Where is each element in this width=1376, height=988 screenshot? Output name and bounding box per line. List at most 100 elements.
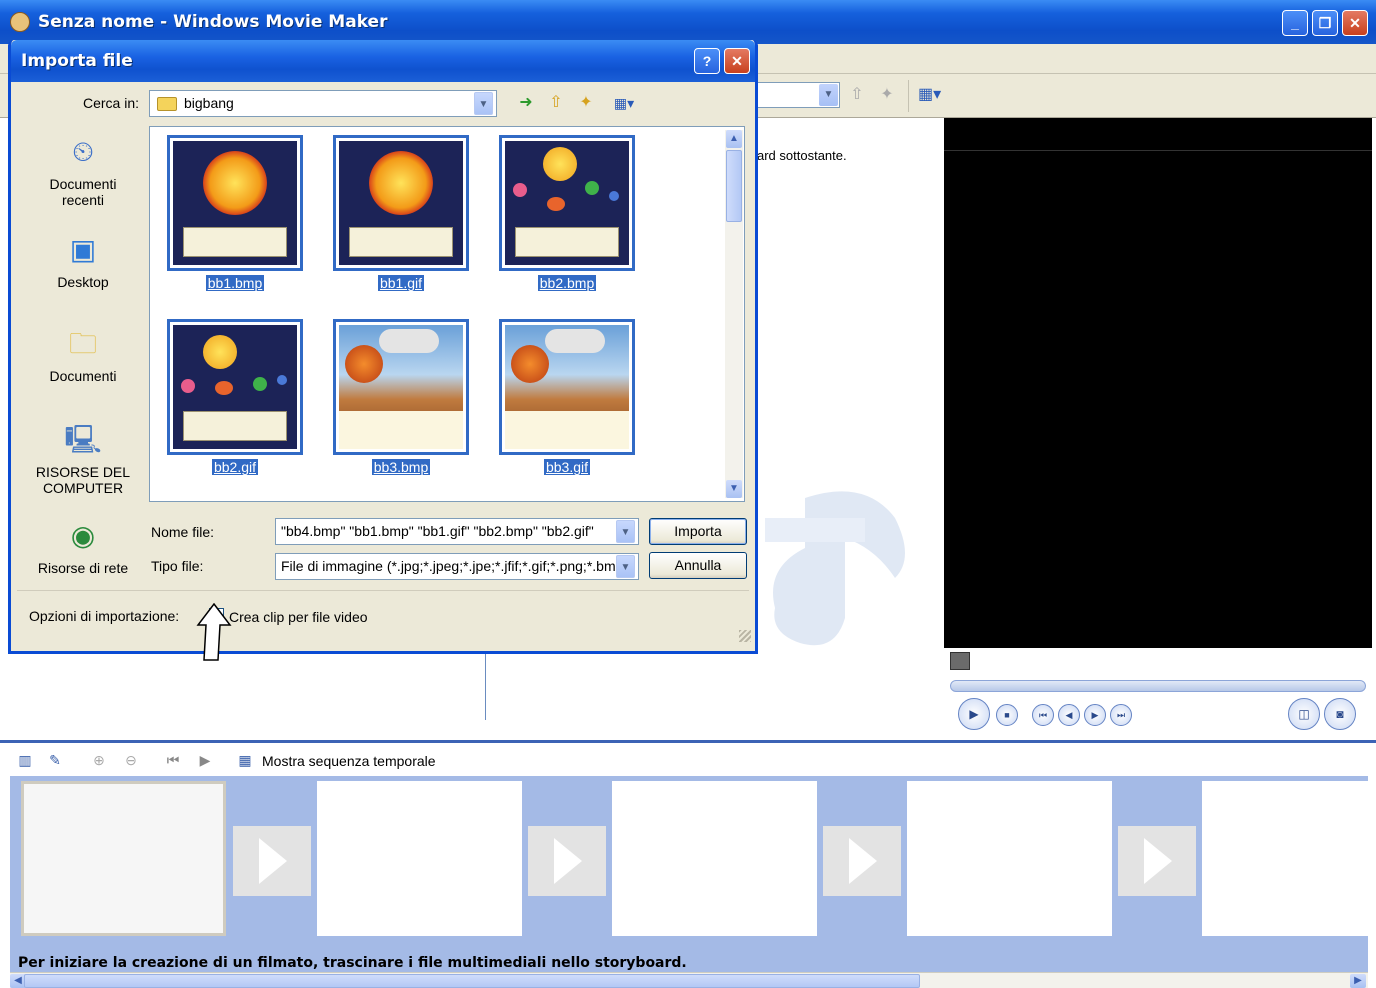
new-folder-icon[interactable]: ✦ — [876, 84, 898, 106]
close-dialog-button[interactable]: ✕ — [724, 48, 750, 74]
storyboard-cell[interactable] — [612, 781, 817, 936]
music-note-watermark-icon — [765, 491, 905, 646]
place-documents[interactable]: 🗀 Documenti — [25, 318, 141, 412]
file-list-scrollbar[interactable]: ▲ ▼ — [725, 130, 743, 498]
rewind-button[interactable]: ◀ — [1058, 704, 1080, 726]
file-type-select[interactable]: File di immagine (*.jpg;*.jpeg;*.jpe;*.j… — [275, 553, 639, 580]
look-in-value: bigbang — [184, 95, 234, 111]
file-item[interactable]: bb1.bmp — [167, 135, 303, 297]
chevron-down-icon[interactable]: ▼ — [474, 92, 493, 115]
storyboard-cell[interactable] — [21, 781, 226, 936]
file-item[interactable]: bb3.gif — [499, 319, 635, 481]
transition-slot[interactable] — [1118, 826, 1196, 896]
help-button[interactable]: ? — [694, 48, 720, 74]
planets-thumbnail-image — [505, 141, 629, 265]
place-recent-documents[interactable]: ⏲ Documenti recenti — [25, 126, 141, 220]
storyboard-cell[interactable] — [317, 781, 522, 936]
scroll-down-icon[interactable]: ▼ — [726, 480, 742, 498]
zoom-in-icon[interactable]: ⊕ — [90, 751, 108, 769]
snapshot-button[interactable]: ◙ — [1324, 698, 1356, 730]
file-name: bb1.bmp — [205, 275, 265, 291]
close-window-button[interactable]: ✕ — [1342, 10, 1368, 36]
place-desktop[interactable]: ▣ Desktop — [25, 224, 141, 318]
import-button[interactable]: Importa — [649, 518, 747, 545]
network-icon: ◉ — [70, 520, 96, 551]
collection-combo[interactable]: ▼ — [756, 82, 840, 108]
minimize-button[interactable]: _ — [1282, 10, 1308, 36]
stop-button[interactable]: ■ — [996, 704, 1018, 726]
cancel-button[interactable]: Annulla — [649, 552, 747, 579]
forward-button[interactable]: ▶ — [1084, 704, 1106, 726]
folder-icon — [157, 97, 177, 111]
timeline-icon[interactable]: ▥ — [16, 751, 34, 769]
previous-frame-button[interactable]: ⏮ — [1032, 704, 1054, 726]
file-item[interactable]: bb2.bmp — [499, 135, 635, 297]
window-title: Senza nome - Windows Movie Maker — [38, 12, 388, 32]
new-folder-icon[interactable]: ✦ — [575, 92, 597, 114]
collection-hint: ard sottostante. — [757, 148, 847, 163]
next-frame-button[interactable]: ⏭ — [1110, 704, 1132, 726]
chevron-down-icon[interactable]: ▼ — [819, 84, 838, 106]
scroll-right-icon[interactable]: ▶ — [1350, 974, 1366, 988]
file-name-field[interactable]: "bb4.bmp" "bb1.bmp" "bb1.gif" "bb2.bmp" … — [275, 518, 639, 545]
seek-slider[interactable] — [950, 680, 1366, 692]
up-folder-icon[interactable]: ⇧ — [846, 84, 868, 106]
storyboard-toolbar: ▥ ✎ ⊕ ⊖ ⏮ ▶ ▦ Mostra sequenza temporale — [0, 740, 1376, 776]
documents-icon: 🗀 — [68, 328, 97, 359]
create-clips-label[interactable]: Crea clip per file video — [229, 609, 368, 625]
scroll-thumb[interactable] — [24, 974, 920, 988]
place-label: Documenti recenti — [49, 176, 117, 208]
volcano-thumbnail-image — [505, 325, 629, 449]
up-folder-icon[interactable]: ⇧ — [545, 92, 567, 114]
zoom-out-icon[interactable]: ⊖ — [122, 751, 140, 769]
transition-slot[interactable] — [528, 826, 606, 896]
thumbnail — [167, 319, 303, 455]
file-name: bb2.bmp — [537, 275, 597, 291]
look-in-label: Cerca in: — [83, 95, 140, 111]
transition-slot[interactable] — [823, 826, 901, 896]
views-menu-icon[interactable]: ▦▾ — [607, 92, 641, 114]
place-label: RISORSE DEL COMPUTER — [35, 464, 131, 496]
sun-thumbnail-image — [173, 141, 297, 265]
horizontal-scrollbar[interactable]: ◀ ▶ — [10, 972, 1368, 988]
file-name: bb3.bmp — [371, 459, 431, 475]
thumbnail — [499, 135, 635, 271]
split-clip-button[interactable]: ◫ — [1288, 698, 1320, 730]
rewind-storyboard-icon[interactable]: ⏮ — [164, 751, 182, 769]
storyboard-cell[interactable] — [907, 781, 1112, 936]
show-timeline-label[interactable]: Mostra sequenza temporale — [262, 753, 436, 769]
transition-slot[interactable] — [233, 826, 311, 896]
storyboard[interactable] — [10, 776, 1368, 972]
restore-button[interactable]: ❐ — [1312, 10, 1338, 36]
resize-grip-icon[interactable] — [739, 630, 751, 642]
annotation-arrow-icon — [196, 603, 232, 661]
file-item[interactable]: bb2.gif — [167, 319, 303, 481]
file-item[interactable]: bb3.bmp — [333, 319, 469, 481]
file-item[interactable]: bb1.gif — [333, 135, 469, 297]
views-icon[interactable]: ▦▾ — [918, 84, 941, 106]
place-label: Documenti — [49, 368, 117, 384]
chevron-down-icon[interactable]: ▼ — [616, 555, 635, 578]
place-label: Desktop — [57, 274, 109, 290]
dialog-titlebar: Importa file ? ✕ — [11, 40, 755, 82]
place-label: Risorse di rete — [37, 560, 129, 576]
back-icon[interactable]: ➜ — [515, 92, 537, 114]
fullscreen-icon[interactable] — [950, 652, 970, 670]
scroll-up-icon[interactable]: ▲ — [726, 130, 742, 148]
thumbnail — [499, 319, 635, 455]
play-button[interactable]: ▶ — [958, 698, 990, 730]
thumbnail — [333, 135, 469, 271]
play-storyboard-icon[interactable]: ▶ — [196, 751, 214, 769]
app-icon — [10, 12, 30, 32]
dialog-title: Importa file — [21, 51, 133, 71]
scroll-thumb[interactable] — [726, 150, 742, 222]
file-list[interactable]: bb1.bmp bb1.gif bb2.bmp bb2.gif bb3.bmp … — [149, 126, 745, 502]
look-in-combo[interactable]: bigbang ▼ — [149, 90, 497, 117]
import-file-dialog: Importa file ? ✕ Cerca in: bigbang ▼ ➜ ⇧… — [8, 40, 758, 654]
thumbnail — [167, 135, 303, 271]
narrate-icon[interactable]: ✎ — [46, 751, 64, 769]
storyboard-cell[interactable] — [1202, 781, 1368, 936]
show-timeline-icon[interactable]: ▦ — [236, 751, 254, 769]
chevron-down-icon[interactable]: ▼ — [616, 520, 635, 543]
place-my-computer[interactable]: 🖳 RISORSE DEL COMPUTER — [25, 414, 141, 508]
